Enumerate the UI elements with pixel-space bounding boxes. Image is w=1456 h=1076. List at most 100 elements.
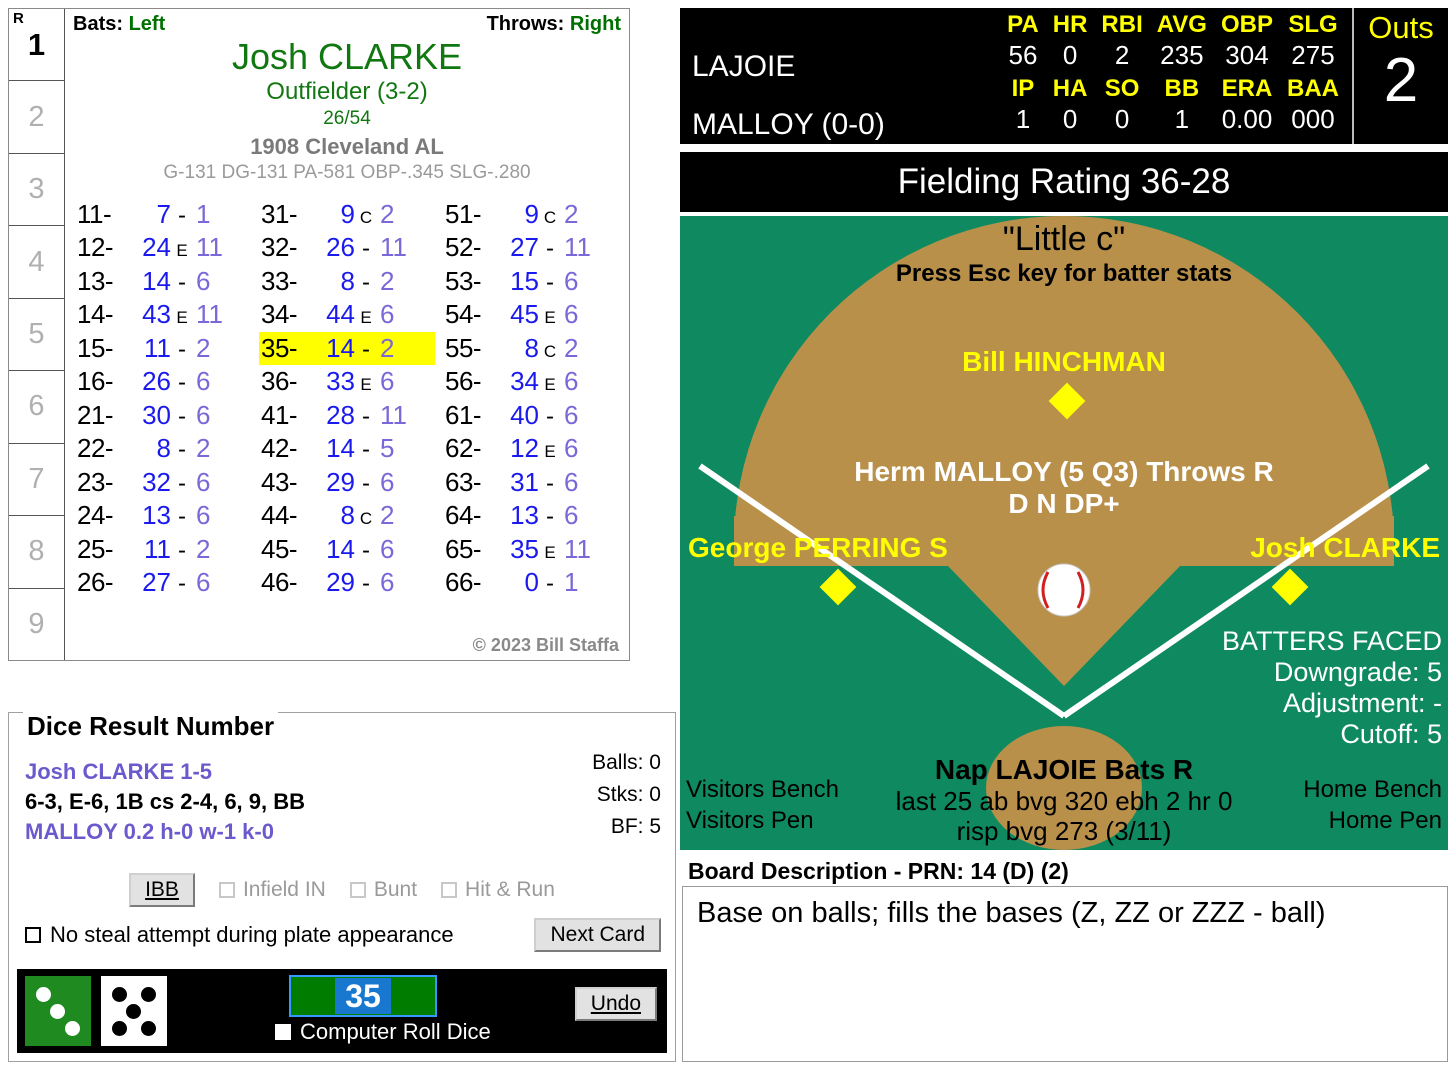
bats-label: Bats: (73, 13, 124, 35)
next-card-button[interactable]: Next Card (534, 918, 661, 952)
dice-entry-result: 9 (524, 198, 539, 229)
home-links: Home Bench Home Pen (1303, 774, 1442, 836)
no-steal-label: No steal attempt during plate appearance (50, 922, 454, 947)
dice-entry-modifier: - (178, 570, 186, 598)
hit-and-run-checkbox[interactable]: Hit & Run (441, 878, 555, 902)
dice-entry-modifier: - (178, 335, 186, 363)
green-die[interactable] (25, 976, 91, 1046)
checkbox-icon[interactable] (218, 882, 235, 898)
baseball-field[interactable]: "Little c" Press Esc key for batter stat… (680, 216, 1448, 850)
dice-entry-key: 25- (77, 533, 114, 564)
stat-header: BB (1164, 75, 1200, 102)
fielding-rating-text: Fielding Rating 36-28 (897, 162, 1231, 201)
throws-value: Right (569, 13, 621, 35)
dice-entry-number: 2 (380, 265, 395, 296)
dice-entry-result: 30 (142, 399, 171, 430)
dice-entry-key: 11- (77, 198, 112, 229)
left-fielder-name[interactable]: George PERRING S (688, 532, 948, 564)
dice-entry-number: 2 (380, 332, 395, 363)
home-pen-link[interactable]: Home Pen (1303, 805, 1442, 836)
dice-result-number-panel: Dice Result Number Josh CLARKE 1-5 6-3, … (8, 711, 676, 1062)
scoreboard-panel: LAJOIE MALLOY (0-0) PA HR RBI AVG OBP SL… (680, 8, 1448, 144)
inning-cell-2: 2 (9, 81, 64, 154)
inning-number: 9 (28, 607, 45, 640)
inning-cell-7: 7 (9, 444, 64, 517)
dice-entry: 32- 26-11 (259, 231, 435, 265)
dice-entry-number: 2 (196, 533, 211, 564)
dice-entry-modifier: - (362, 335, 370, 363)
little-c-label: "Little c" (1002, 220, 1126, 258)
computer-roll-dice-checkbox[interactable]: Computer Roll Dice (275, 1019, 491, 1045)
dice-entry-modifier: - (178, 402, 186, 430)
batter-result-line: Josh CLARKE 1-5 (25, 759, 213, 784)
batters-faced-block: BATTERS FACED Downgrade: 5 Adjustment: -… (1222, 626, 1442, 750)
no-steal-checkbox[interactable]: No steal attempt during plate appearance (25, 922, 454, 948)
baseball-icon (1037, 563, 1091, 617)
dice-entry-modifier: - (362, 536, 370, 564)
card-body: Bats: Left Throws: Right Josh CLARKE Out… (65, 9, 629, 660)
visitors-links: Visitors Bench Visitors Pen (686, 774, 839, 836)
inning-cell-5: 5 (9, 299, 64, 372)
dice-entry-result: 26 (326, 232, 355, 263)
strikes-count: Stks: 0 (596, 783, 661, 806)
dice-entry: 23- 32-6 (75, 466, 251, 500)
white-die[interactable] (101, 976, 167, 1046)
visitors-bench-link[interactable]: Visitors Bench (686, 774, 839, 805)
dice-entry-number: 11 (380, 232, 407, 263)
dice-entry-modifier: C (359, 207, 373, 227)
ibb-button[interactable]: IBB (129, 873, 195, 907)
downgrade-value: Downgrade: 5 (1273, 657, 1442, 687)
dice-entry-modifier: E (176, 241, 188, 261)
home-bench-link[interactable]: Home Bench (1303, 774, 1442, 805)
dice-entry-number: 2 (564, 198, 579, 229)
dice-entry-result: 8 (340, 265, 355, 296)
dice-entry-key: 34- (261, 299, 298, 330)
dice-entry-number: 6 (564, 366, 579, 397)
dice-entry-modifier: - (546, 268, 554, 296)
dice-entry-number: 6 (564, 500, 579, 531)
dice-entry-result: 0 (524, 567, 539, 598)
dice-entry-modifier: E (544, 308, 556, 328)
dice-entry-modifier: - (546, 469, 554, 497)
stat-header: OBP (1220, 11, 1273, 38)
dice-entry-result: 27 (142, 567, 171, 598)
batters-faced-count: BF: 5 (610, 815, 661, 838)
dice-entry: 36- 33 E 6 (259, 365, 435, 399)
dice-entry: 51- 9 C 2 (443, 198, 619, 232)
player-card-panel: R 1 2 3 4 5 6 7 8 9 Bats: Left Throws: R… (8, 8, 630, 661)
dice-entry-result: 7 (156, 198, 171, 229)
checkbox-icon[interactable] (275, 1024, 291, 1040)
pitcher-info-line1[interactable]: Herm MALLOY (5 Q3) Throws R (680, 456, 1448, 488)
checkbox-icon[interactable] (349, 882, 366, 898)
dice-entry-result: 15 (510, 265, 539, 296)
pitcher-stats-value-row: 1 0 0 1 0.00 000 (1000, 104, 1346, 138)
visitors-pen-link[interactable]: Visitors Pen (686, 805, 839, 836)
checkbox-icon[interactable] (441, 882, 458, 898)
checkbox-icon[interactable] (25, 927, 41, 943)
bunt-checkbox[interactable]: Bunt (349, 878, 417, 902)
undo-button[interactable]: Undo (574, 987, 657, 1021)
dice-entry-key: 66- (445, 567, 482, 598)
dice-entry-key: 42- (261, 433, 298, 464)
inning-cell-3: 3 (9, 154, 64, 227)
dice-entry-number: 6 (196, 567, 211, 598)
dice-entry-key: 65- (445, 533, 482, 564)
dice-entry-key: 21- (77, 399, 114, 430)
dice-roll-display: 35 (289, 975, 437, 1017)
dice-entry-number: 6 (196, 265, 211, 296)
center-fielder-name[interactable]: Bill HINCHMAN (680, 346, 1448, 378)
dice-entry-number: 6 (196, 366, 211, 397)
dice-entry-key: 45- (261, 533, 298, 564)
dice-entry-key: 46- (261, 567, 298, 598)
inning-number: 6 (28, 390, 45, 423)
infield-in-checkbox[interactable]: Infield IN (218, 878, 326, 902)
dice-entry: 42- 14-5 (259, 432, 435, 466)
dice-entry: 63- 31-6 (443, 466, 619, 500)
dice-entry-number: 2 (196, 332, 211, 363)
right-fielder-name[interactable]: Josh CLARKE (1250, 532, 1440, 564)
bats-value: Left (128, 13, 166, 35)
dice-entry-result: 13 (510, 500, 539, 531)
dice-entry: 45- 14-6 (259, 533, 435, 567)
dice-entry-number: 11 (564, 533, 591, 564)
dice-roll-value: 35 (335, 978, 391, 1014)
